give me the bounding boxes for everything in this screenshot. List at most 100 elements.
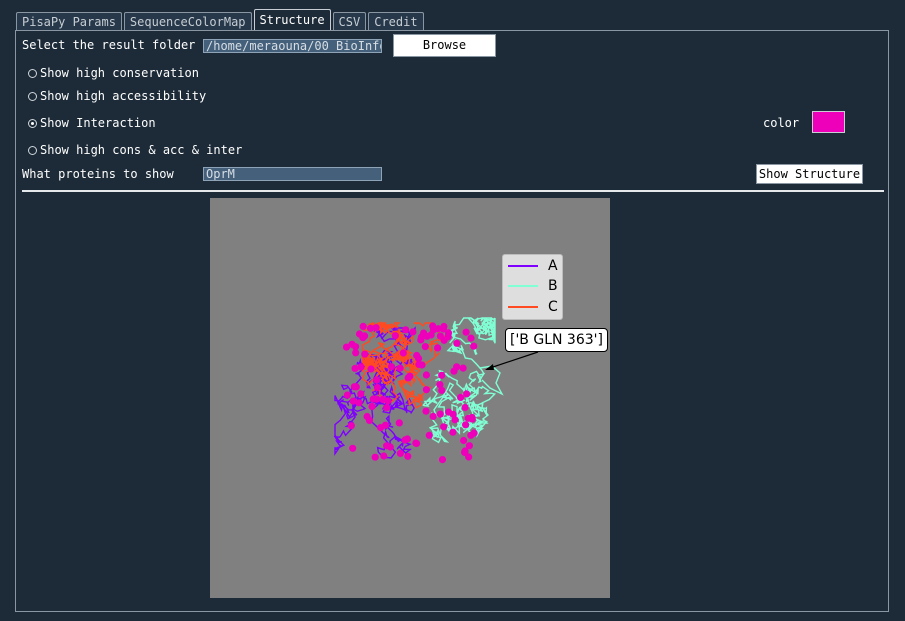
separator [22, 190, 884, 192]
legend-item-c: C [508, 298, 558, 316]
interaction-marker [434, 344, 442, 352]
plot-legend: A B C [502, 254, 563, 320]
interaction-marker [383, 442, 391, 450]
color-label: color [763, 116, 800, 130]
legend-label-a: A [548, 258, 558, 274]
interaction-marker [417, 336, 425, 344]
interaction-marker [377, 424, 385, 432]
option-high-conservation[interactable]: Show high conservation [28, 66, 199, 80]
proteins-label: What proteins to show [22, 167, 174, 181]
interaction-marker [459, 364, 467, 372]
interaction-marker [352, 349, 360, 357]
interaction-marker [383, 404, 391, 412]
interaction-marker [421, 343, 429, 351]
browse-button[interactable]: Browse [393, 34, 496, 57]
interaction-marker [436, 410, 444, 418]
interaction-marker [412, 439, 420, 447]
radio-checked-icon[interactable] [28, 118, 37, 128]
folder-label: Select the result folder [22, 38, 196, 52]
option-interaction[interactable]: Show Interaction [28, 116, 156, 130]
interaction-marker [349, 444, 357, 452]
tab-structure[interactable]: Structure [253, 9, 331, 30]
tab-bar: PisaPy Params SequenceColorMap Structure… [16, 9, 426, 30]
legend-line-c [508, 306, 538, 308]
interaction-marker [402, 326, 410, 334]
radio-icon[interactable] [28, 91, 37, 101]
radio-icon[interactable] [28, 68, 37, 78]
chain-trace-b [479, 365, 504, 396]
app-window: PisaPy Params SequenceColorMap Structure… [0, 0, 905, 621]
option-label: Show high cons & acc & inter [40, 143, 243, 157]
interaction-marker [348, 340, 356, 348]
color-swatch-button[interactable] [812, 111, 845, 133]
interaction-marker [422, 407, 430, 415]
interaction-marker [463, 390, 471, 398]
interaction-marker [438, 371, 446, 379]
radio-icon[interactable] [28, 145, 37, 155]
interaction-marker [429, 322, 437, 330]
interaction-marker [468, 415, 476, 423]
interaction-marker [470, 342, 478, 350]
legend-line-a [508, 265, 538, 267]
tab-csv[interactable]: CSV [332, 12, 367, 30]
interaction-marker [387, 363, 396, 371]
option-cons-acc-inter[interactable]: Show high cons & acc & inter [28, 143, 242, 157]
interaction-marker [361, 350, 369, 358]
interaction-marker [373, 376, 381, 384]
tab-pisapy-params[interactable]: PisaPy Params [16, 12, 122, 30]
interaction-marker [361, 332, 369, 340]
interaction-marker [357, 363, 365, 371]
interaction-marker [343, 391, 351, 399]
interaction-marker [440, 336, 448, 344]
interaction-marker [355, 399, 363, 407]
interaction-marker [379, 395, 387, 404]
annotation-arrow [485, 351, 539, 370]
legend-line-b [508, 285, 538, 287]
interaction-marker [359, 322, 367, 330]
interaction-marker [413, 351, 421, 360]
interaction-marker [438, 456, 447, 464]
option-high-accessibility[interactable]: Show high accessibility [28, 89, 206, 103]
interaction-marker [440, 423, 448, 431]
interaction-marker [450, 367, 458, 375]
interaction-marker [461, 403, 469, 412]
interaction-marker [347, 422, 355, 430]
option-label: Show Interaction [40, 116, 156, 130]
interaction-marker [457, 393, 465, 401]
interaction-marker [438, 386, 446, 394]
interaction-marker [396, 364, 404, 372]
proteins-input[interactable]: OprM [203, 167, 382, 181]
interaction-marker [380, 452, 388, 460]
interaction-marker [462, 421, 470, 429]
folder-path-input[interactable]: /home/meraouna/00_BioInfo [203, 39, 382, 53]
interaction-marker [470, 429, 478, 437]
interaction-marker [399, 349, 407, 357]
interaction-marker [366, 324, 375, 332]
interaction-marker [449, 428, 457, 436]
legend-item-a: A [508, 257, 558, 275]
interaction-marker [357, 390, 365, 398]
interaction-marker [429, 412, 437, 420]
interaction-marker [352, 383, 360, 391]
tab-sequence-color-map[interactable]: SequenceColorMap [123, 12, 252, 30]
residue-annotation: ['B GLN 363'] [505, 328, 608, 352]
option-label: Show high accessibility [40, 89, 207, 103]
legend-label-b: B [548, 278, 558, 294]
interaction-marker [445, 408, 453, 416]
interaction-marker [451, 416, 459, 424]
interaction-marker [396, 449, 404, 457]
show-structure-button[interactable]: Show Structure [756, 164, 863, 184]
interaction-marker [460, 436, 468, 445]
interaction-marker [465, 453, 473, 461]
interaction-marker [365, 416, 374, 424]
tab-credit[interactable]: Credit [368, 12, 424, 30]
interaction-marker [415, 360, 423, 368]
interaction-marker [462, 328, 470, 336]
interaction-marker [453, 339, 461, 347]
interaction-marker [406, 372, 414, 380]
interaction-marker [373, 383, 381, 392]
interaction-marker [371, 453, 379, 461]
interaction-marker [425, 431, 433, 439]
interaction-marker [404, 452, 412, 460]
interaction-marker [467, 334, 475, 342]
